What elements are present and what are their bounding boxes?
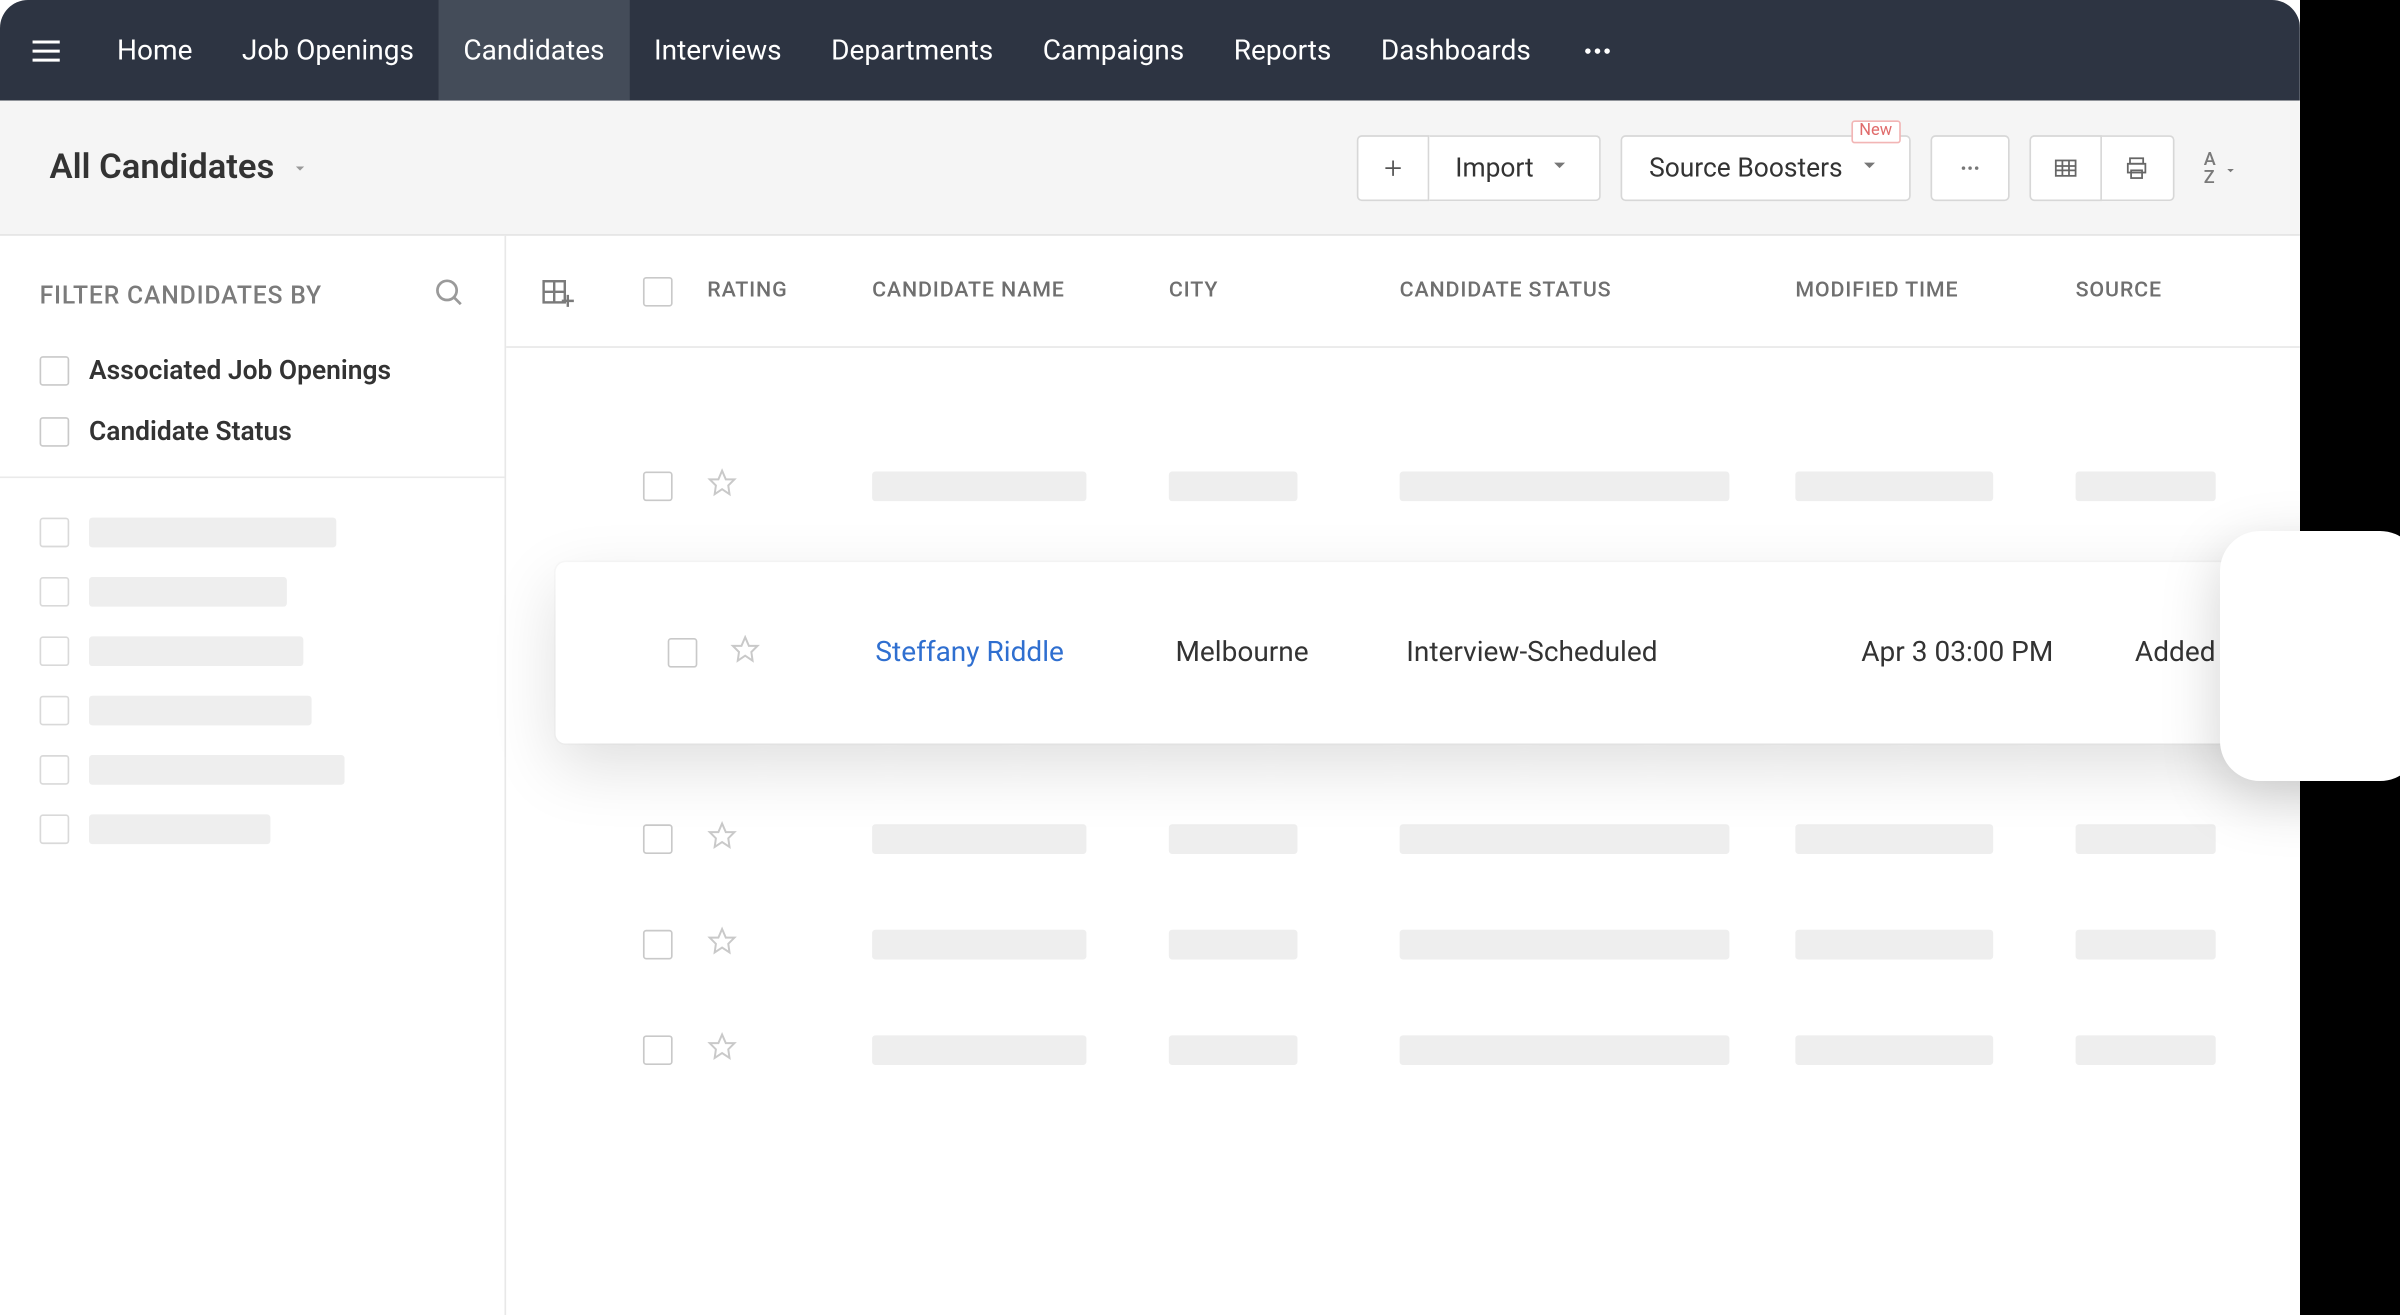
- filters-sidebar: FILTER CANDIDATES BY Associated Job Open…: [0, 236, 506, 1315]
- candidates-main: RATING CANDIDATE NAME CITY CANDIDATE STA…: [506, 236, 2300, 1315]
- highlighted-row[interactable]: Steffany Riddle Melbourne Interview-Sche…: [556, 562, 2300, 743]
- cell-city: Melbourne: [1175, 636, 1406, 669]
- row-checkbox[interactable]: [643, 824, 673, 854]
- select-all-checkbox[interactable]: [608, 276, 707, 306]
- table-header: RATING CANDIDATE NAME CITY CANDIDATE STA…: [506, 236, 2300, 348]
- chevron-down-icon: [1856, 151, 1882, 184]
- source-boosters-button[interactable]: Source Boosters: [1621, 134, 1910, 200]
- import-button-group: Import: [1356, 134, 1601, 200]
- nav-departments[interactable]: Departments: [806, 0, 1018, 101]
- import-button[interactable]: Import: [1429, 134, 1601, 200]
- highlight-card-glow: [2220, 531, 2400, 781]
- candidate-name-link[interactable]: Steffany Riddle: [875, 636, 1063, 669]
- more-actions-button[interactable]: [1930, 134, 2009, 200]
- star-icon[interactable]: [730, 634, 875, 672]
- col-name[interactable]: CANDIDATE NAME: [872, 279, 1169, 304]
- checkbox-icon[interactable]: [40, 518, 70, 548]
- nav-interviews[interactable]: Interviews: [629, 0, 806, 101]
- placeholder-bar: [89, 518, 336, 548]
- source-boosters-label: Source Boosters: [1649, 152, 1843, 183]
- col-status[interactable]: CANDIDATE STATUS: [1400, 279, 1796, 304]
- row-checkbox[interactable]: [643, 471, 673, 501]
- chevron-down-icon: [291, 148, 311, 188]
- nav-dashboards[interactable]: Dashboards: [1356, 0, 1555, 101]
- sort-button[interactable]: AZ: [2194, 149, 2251, 185]
- filter-option-associated-job-openings[interactable]: Associated Job Openings: [40, 354, 465, 385]
- cell-modified: Apr 3 03:00 PM: [1861, 636, 2135, 669]
- star-icon[interactable]: [707, 927, 872, 963]
- col-rating[interactable]: RATING: [707, 279, 872, 304]
- placeholder-bar: [89, 755, 345, 785]
- import-label: Import: [1455, 152, 1533, 183]
- placeholder-bar: [89, 696, 312, 726]
- checkbox-icon[interactable]: [40, 814, 70, 844]
- filter-placeholder: [40, 518, 465, 548]
- toolbar: All Candidates Import: [0, 101, 2300, 236]
- filter-placeholder: [40, 636, 465, 666]
- filter-placeholder: [40, 814, 465, 844]
- table-row: [506, 434, 2300, 540]
- table-row: [506, 892, 2300, 998]
- view-print-group: [2029, 134, 2174, 200]
- filter-label: Candidate Status: [89, 415, 292, 446]
- filter-placeholder: [40, 755, 465, 785]
- nav-job-openings[interactable]: Job Openings: [217, 0, 438, 101]
- checkbox-icon[interactable]: [40, 355, 70, 385]
- filter-title: FILTER CANDIDATES BY: [40, 280, 322, 310]
- view-selector[interactable]: All Candidates: [49, 148, 310, 188]
- table-view-button[interactable]: [2029, 134, 2102, 200]
- search-icon[interactable]: [432, 275, 465, 315]
- table-row: [506, 997, 2300, 1103]
- checkbox-icon[interactable]: [40, 696, 70, 726]
- sort-az-icon: AZ: [2204, 149, 2216, 185]
- row-checkbox[interactable]: [668, 638, 698, 668]
- divider: [0, 476, 504, 478]
- col-source[interactable]: SOURCE: [2076, 279, 2290, 304]
- add-button[interactable]: [1356, 134, 1429, 200]
- checkbox-icon[interactable]: [40, 755, 70, 785]
- col-modified[interactable]: MODIFIED TIME: [1795, 279, 2075, 304]
- view-title-label: All Candidates: [49, 148, 274, 188]
- nav-candidates[interactable]: Candidates: [439, 0, 630, 101]
- new-badge: New: [1851, 120, 1900, 143]
- columns-customize-button[interactable]: [506, 273, 608, 309]
- nav-home[interactable]: Home: [92, 0, 217, 101]
- table-row: [506, 786, 2300, 892]
- star-icon[interactable]: [707, 1032, 872, 1068]
- checkbox-icon[interactable]: [40, 577, 70, 607]
- nav-more-icon[interactable]: [1556, 0, 1638, 101]
- table-body: Steffany Riddle Melbourne Interview-Sche…: [506, 348, 2300, 1103]
- placeholder-bar: [89, 577, 287, 607]
- cell-status: Interview-Scheduled: [1406, 636, 1861, 669]
- filter-placeholder: [40, 577, 465, 607]
- chevron-down-icon: [1547, 151, 1573, 184]
- top-nav: Home Job Openings Candidates Interviews …: [0, 0, 2300, 101]
- nav-campaigns[interactable]: Campaigns: [1018, 0, 1209, 101]
- row-checkbox[interactable]: [643, 1035, 673, 1065]
- row-checkbox[interactable]: [643, 930, 673, 960]
- nav-items: Home Job Openings Candidates Interviews …: [92, 0, 1638, 101]
- placeholder-bar: [89, 636, 303, 666]
- checkbox-icon[interactable]: [40, 636, 70, 666]
- col-city[interactable]: CITY: [1169, 279, 1400, 304]
- filter-label: Associated Job Openings: [89, 354, 391, 385]
- hamburger-icon[interactable]: [0, 0, 92, 101]
- star-icon[interactable]: [707, 468, 872, 504]
- nav-reports[interactable]: Reports: [1209, 0, 1356, 101]
- checkbox-icon[interactable]: [40, 416, 70, 446]
- filter-option-candidate-status[interactable]: Candidate Status: [40, 415, 465, 446]
- star-icon[interactable]: [707, 821, 872, 857]
- placeholder-bar: [89, 814, 270, 844]
- filter-placeholder: [40, 696, 465, 726]
- print-button[interactable]: [2101, 134, 2174, 200]
